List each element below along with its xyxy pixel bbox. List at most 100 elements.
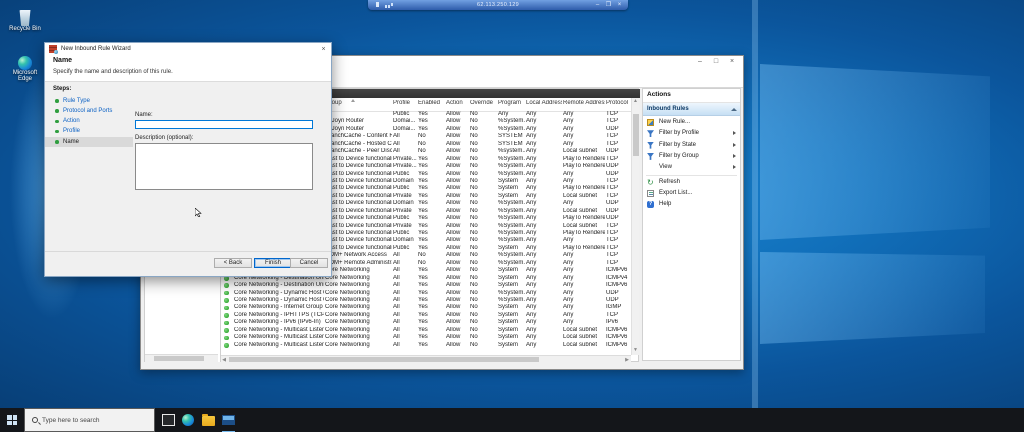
action-item-help[interactable]: ?Help [643, 199, 740, 210]
action-item-filter-by-state[interactable]: Filter by State [643, 140, 740, 151]
description-textarea[interactable] [135, 143, 313, 190]
action-item-view[interactable]: View [643, 162, 740, 173]
cell-program: System [498, 327, 525, 334]
table-row[interactable]: Core Networking - Multicast Listener Qu.… [221, 334, 631, 341]
windows-logo-icon [7, 415, 12, 420]
scrollbar-thumb[interactable] [633, 114, 639, 156]
column-header-remote[interactable]: Remote Address [563, 100, 605, 106]
column-header-protocol[interactable]: Protocol [606, 100, 630, 106]
cell-protocol: UDP [606, 208, 630, 215]
step-bullet-icon [55, 99, 59, 103]
tree-horizontal-scrollbar[interactable] [145, 354, 218, 362]
table-row[interactable]: Core Networking - Multicast Listener Rep… [221, 342, 631, 349]
column-header-group[interactable]: Group [325, 100, 392, 106]
cell-action: Allow [446, 133, 469, 140]
table-row[interactable]: Core Networking - Destination Unreacha..… [221, 282, 631, 289]
start-button[interactable] [0, 408, 24, 432]
finish-button[interactable]: Finish [254, 258, 292, 268]
cell-enabled: Yes [418, 156, 445, 163]
desktop-icon-recycle-bin[interactable]: Recycle Bin [2, 10, 48, 32]
edge-taskbar-icon[interactable] [182, 414, 194, 426]
cell-profile: All [393, 290, 417, 297]
cell-program: %System... [498, 223, 525, 230]
collapse-icon[interactable] [731, 108, 737, 111]
minimize-icon[interactable]: – [694, 57, 706, 67]
cell-action: Allow [446, 260, 469, 267]
cell-local: Any [526, 215, 562, 222]
desktop-icon-microsoft-edge[interactable]: Microsoft Edge [2, 56, 48, 82]
table-row[interactable]: Core Networking - Multicast Listener Do.… [221, 327, 631, 334]
cell-group: Cast to Device functionality [325, 237, 392, 244]
column-header-action[interactable]: Action [446, 100, 469, 106]
close-icon[interactable]: × [726, 57, 738, 67]
new-inbound-rule-wizard-dialog: New Inbound Rule Wizard × Name Specify t… [44, 42, 332, 277]
cell-enabled: Yes [418, 237, 445, 244]
wizard-step-profile[interactable]: Profile [45, 127, 133, 137]
cell-program: %System... [498, 200, 525, 207]
cell-name: Core Networking - Dynamic Host Config... [234, 290, 324, 297]
help-icon: ? [647, 201, 654, 208]
wizard-step-rule-type[interactable]: Rule Type [45, 96, 133, 106]
table-row[interactable]: Core Networking - Dynamic Host Config...… [221, 290, 631, 297]
scroll-up-icon[interactable]: ▲ [632, 98, 639, 105]
cell-group: Cast to Device functionality [325, 163, 392, 170]
rdp-connection-bar[interactable]: 62.113.250.129 – ❐ × [368, 0, 628, 10]
task-view-icon[interactable] [162, 414, 175, 426]
taskbar-search[interactable]: Type here to search [24, 408, 155, 432]
cancel-button[interactable]: Cancel [290, 258, 328, 268]
cell-action: Allow [446, 223, 469, 230]
wizard-step-action[interactable]: Action [45, 117, 133, 127]
file-explorer-icon[interactable] [202, 416, 215, 426]
cell-group: Cast to Device functionality [325, 171, 392, 178]
column-header-override[interactable]: Override [470, 100, 497, 106]
cell-group: Cast to Device functionality [325, 208, 392, 215]
close-icon[interactable]: × [319, 45, 328, 54]
restore-icon[interactable]: ❐ [604, 1, 613, 9]
column-header-local[interactable]: Local Address [526, 100, 562, 106]
maximize-icon[interactable]: □ [710, 57, 722, 67]
list-vertical-scrollbar[interactable]: ▲ ▼ [631, 98, 639, 355]
wizard-step-name[interactable]: Name [45, 137, 133, 147]
close-icon[interactable]: × [615, 1, 624, 9]
cell-program: %System... [498, 163, 525, 170]
action-item-refresh[interactable]: ↻Refresh [643, 177, 740, 188]
action-item-filter-by-profile[interactable]: Filter by Profile [643, 128, 740, 139]
submenu-arrow-icon [733, 165, 736, 169]
table-row[interactable]: Core Networking - Internet Group Mana...… [221, 304, 631, 311]
column-header-enabled[interactable]: Enabled [418, 100, 445, 106]
column-header-profile[interactable]: Profile [393, 100, 417, 106]
table-row[interactable]: Core Networking - IPv6 (IPv6-In)Core Net… [221, 319, 631, 326]
scrollbar-thumb[interactable] [154, 356, 204, 361]
cell-override: No [470, 237, 497, 244]
rule-enabled-icon [224, 328, 229, 333]
rdp-app-icon[interactable] [222, 415, 235, 425]
cell-override: No [470, 111, 497, 118]
cell-remote: PlayTo Renderers [563, 215, 605, 222]
actions-section-inbound-rules[interactable]: Inbound Rules [643, 103, 740, 116]
scroll-down-icon[interactable]: ▼ [632, 347, 639, 354]
cell-group: Core Networking [325, 304, 392, 311]
action-item-new-rule[interactable]: New Rule... [643, 117, 740, 128]
cell-enabled: No [418, 252, 445, 259]
column-header-program[interactable]: Program [498, 100, 525, 106]
cell-action: Allow [446, 230, 469, 237]
cell-program: Any [498, 111, 525, 118]
action-item-export-list[interactable]: Export List... [643, 188, 740, 199]
name-input[interactable] [135, 120, 313, 129]
rule-enabled-icon [224, 298, 229, 303]
minimize-icon[interactable]: – [593, 1, 602, 9]
action-item-filter-by-group[interactable]: Filter by Group [643, 151, 740, 162]
cell-program: System [498, 267, 525, 274]
cell-enabled: Yes [418, 319, 445, 326]
cell-enabled: Yes [418, 163, 445, 170]
table-row[interactable]: Core Networking - Dynamic Host Config...… [221, 297, 631, 304]
cell-action: Allow [446, 215, 469, 222]
cell-override: No [470, 290, 497, 297]
cell-action: Allow [446, 267, 469, 274]
table-row[interactable]: Core Networking - IPHTTPS (TCP-In)Core N… [221, 312, 631, 319]
cell-enabled: Yes [418, 200, 445, 207]
dialog-titlebar[interactable]: New Inbound Rule Wizard × [45, 43, 331, 55]
wizard-step-protocol-and-ports[interactable]: Protocol and Ports [45, 106, 133, 116]
cell-enabled: Yes [418, 215, 445, 222]
back-button[interactable]: < Back [214, 258, 252, 268]
